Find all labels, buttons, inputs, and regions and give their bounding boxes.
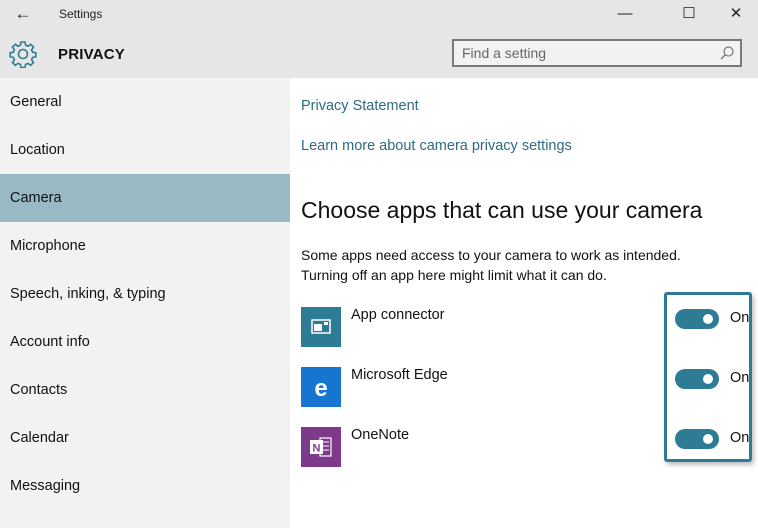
app-name: OneNote — [351, 427, 410, 443]
app-name: Microsoft Edge — [351, 367, 448, 383]
learn-more-link[interactable]: Learn more about camera privacy settings — [301, 138, 572, 154]
onenote-icon: N — [301, 427, 341, 467]
page-heading: Choose apps that can use your camera — [301, 197, 703, 223]
back-button[interactable]: ← — [12, 4, 34, 24]
toggle-knob — [703, 314, 713, 324]
toggle-state-label: On — [730, 370, 750, 386]
maximize-button[interactable]: ☐ — [669, 2, 709, 26]
sidebar: General Location Camera Microphone Speec… — [0, 78, 290, 528]
arrow-left-icon: ← — [14, 4, 32, 23]
toggle-knob — [703, 434, 713, 444]
description-line-1: Some apps need access to your camera to … — [301, 247, 681, 263]
sidebar-item-speech-inking-typing[interactable]: Speech, inking, & typing — [0, 270, 290, 318]
svg-text:e: e — [314, 375, 327, 402]
app-connector-toggle[interactable] — [675, 309, 719, 329]
sidebar-item-account-info[interactable]: Account info — [0, 318, 290, 366]
toggle-row-onenote: On — [675, 429, 755, 449]
search-input[interactable] — [462, 44, 712, 62]
close-button[interactable]: ✕ — [716, 2, 756, 26]
minimize-button[interactable]: — — [605, 2, 645, 26]
toggle-row-app-connector: On — [675, 309, 755, 329]
gear-icon — [9, 41, 37, 68]
section-title: PRIVACY — [58, 46, 125, 63]
description-line-2: Turning off an app here might limit what… — [301, 267, 607, 283]
sidebar-item-messaging[interactable]: Messaging — [0, 462, 290, 510]
app-name: App connector — [351, 307, 445, 323]
sidebar-item-microphone[interactable]: Microphone — [0, 222, 290, 270]
edge-icon: e — [301, 367, 341, 407]
main-content: Privacy Statement Learn more about camer… — [290, 78, 758, 528]
toggle-row-microsoft-edge: On — [675, 369, 755, 389]
toggles-highlight: On On On — [664, 292, 752, 462]
svg-text:N: N — [313, 443, 321, 455]
toggle-knob — [703, 374, 713, 384]
toggle-state-label: On — [730, 430, 750, 446]
sidebar-item-general[interactable]: General — [0, 78, 290, 126]
microsoft-edge-toggle[interactable] — [675, 369, 719, 389]
sidebar-item-camera[interactable]: Camera — [0, 174, 290, 222]
sidebar-item-calendar[interactable]: Calendar — [0, 414, 290, 462]
sidebar-item-location[interactable]: Location — [0, 126, 290, 174]
app-connector-icon — [301, 307, 341, 347]
toggle-state-label: On — [730, 310, 750, 326]
window-title: Settings — [59, 7, 103, 21]
description: Some apps need access to your camera to … — [301, 245, 681, 285]
onenote-toggle[interactable] — [675, 429, 719, 449]
search-icon[interactable] — [718, 44, 736, 62]
sidebar-item-contacts[interactable]: Contacts — [0, 366, 290, 414]
title-bar: ← Settings — ☐ ✕ PRIVACY — [0, 0, 758, 78]
privacy-statement-link[interactable]: Privacy Statement — [301, 98, 419, 114]
search-box[interactable] — [452, 39, 742, 67]
